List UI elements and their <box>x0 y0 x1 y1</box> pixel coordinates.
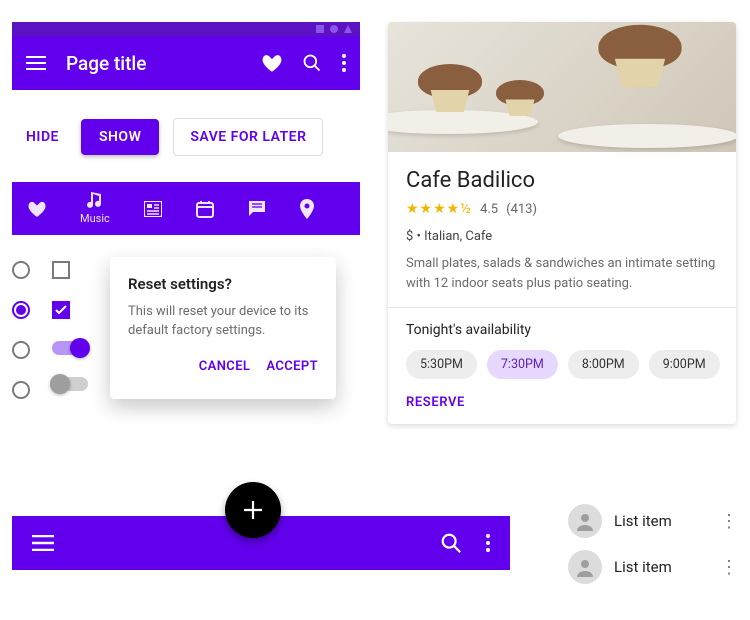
radio-4[interactable] <box>12 381 30 399</box>
more-vert-icon[interactable] <box>486 534 490 552</box>
fab-add[interactable] <box>225 482 281 538</box>
search-icon[interactable] <box>302 53 322 73</box>
stars-icon: ★★★★½ <box>406 201 472 217</box>
tab-calendar[interactable] <box>196 200 214 218</box>
avatar-icon <box>568 550 602 584</box>
accept-button[interactable]: ACCEPT <box>266 359 318 374</box>
reset-settings-dialog: Reset settings? This will reset your dev… <box>110 257 336 399</box>
button-row: HIDE SHOW SAVE FOR LATER <box>18 118 360 156</box>
dialog-body: This will reset your device to its defau… <box>128 303 318 341</box>
status-icon-triangle <box>344 25 352 33</box>
tab-music[interactable]: Music <box>80 192 110 225</box>
list-item-label: List item <box>614 558 708 576</box>
app-bar: Page title <box>12 36 360 90</box>
avatar-icon <box>568 504 602 538</box>
controls-area: Reset settings? This will reset your dev… <box>12 257 360 399</box>
search-icon[interactable] <box>440 532 462 554</box>
radio-1[interactable] <box>12 261 30 279</box>
card-title: Cafe Badilico <box>406 168 718 193</box>
more-vert-icon[interactable] <box>342 54 346 72</box>
time-chips: 5:30PM 7:30PM 8:00PM 9:00PM <box>406 350 718 379</box>
page-title: Page title <box>66 52 242 75</box>
show-button[interactable]: SHOW <box>81 119 159 155</box>
tab-news[interactable] <box>144 201 162 217</box>
tab-favorites[interactable] <box>28 201 46 217</box>
tab-music-label: Music <box>80 212 110 225</box>
list-item-label: List item <box>614 512 708 530</box>
heart-icon[interactable] <box>262 54 282 72</box>
radio-3[interactable] <box>12 341 30 359</box>
cafe-card: Cafe Badilico ★★★★½ 4.5 (413) $ • Italia… <box>388 22 736 424</box>
tab-chat[interactable] <box>248 200 266 218</box>
tab-bar: Music <box>12 182 360 235</box>
divider <box>388 307 736 308</box>
time-chip[interactable]: 7:30PM <box>487 350 558 379</box>
cancel-button[interactable]: CANCEL <box>199 359 251 374</box>
reserve-button[interactable]: RESERVE <box>406 395 718 410</box>
status-icon-square <box>316 25 324 33</box>
availability-header: Tonight's availability <box>406 322 718 338</box>
more-vert-icon[interactable]: ⋮ <box>720 511 738 532</box>
list: List item ⋮ List item ⋮ <box>568 498 738 590</box>
checkbox-1[interactable] <box>52 261 70 279</box>
time-chip[interactable]: 5:30PM <box>406 350 477 379</box>
rating-count: (413) <box>506 202 537 217</box>
card-image <box>388 22 736 152</box>
radio-2[interactable] <box>12 301 30 319</box>
list-item[interactable]: List item ⋮ <box>568 544 738 590</box>
rating-value: 4.5 <box>480 202 498 217</box>
card-description: Small plates, salads & sandwiches an int… <box>406 254 718 293</box>
switch-1[interactable] <box>52 341 88 355</box>
status-bar <box>12 22 360 36</box>
menu-icon[interactable] <box>26 56 46 70</box>
tab-location[interactable] <box>300 199 314 219</box>
checkbox-2[interactable] <box>52 301 70 319</box>
switch-2[interactable] <box>52 377 88 391</box>
menu-icon[interactable] <box>32 535 54 551</box>
rating-row: ★★★★½ 4.5 (413) <box>406 201 718 217</box>
card-meta: $ • Italian, Cafe <box>406 229 718 244</box>
list-item[interactable]: List item ⋮ <box>568 498 738 544</box>
hide-button[interactable]: HIDE <box>18 121 67 153</box>
dialog-title: Reset settings? <box>128 275 318 293</box>
save-for-later-button[interactable]: SAVE FOR LATER <box>173 118 323 156</box>
time-chip[interactable]: 9:00PM <box>649 350 720 379</box>
more-vert-icon[interactable]: ⋮ <box>720 557 738 578</box>
time-chip[interactable]: 8:00PM <box>568 350 639 379</box>
status-icon-circle <box>330 25 338 33</box>
